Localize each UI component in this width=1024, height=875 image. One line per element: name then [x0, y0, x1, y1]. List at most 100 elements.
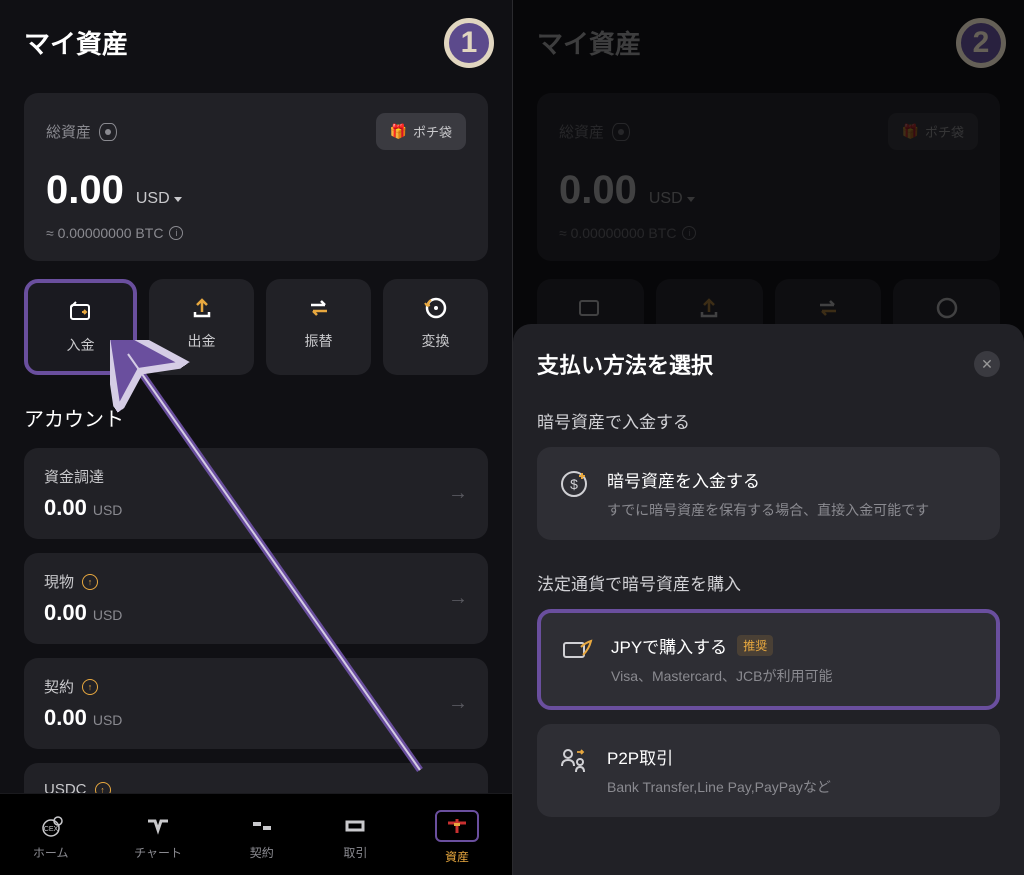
convert-label: 変換	[422, 331, 450, 351]
page-title: マイ資産	[24, 24, 488, 61]
option-title: JPYで購入する 推奨	[611, 633, 976, 658]
account-currency: USD	[93, 502, 123, 518]
sheet-title: 支払い方法を選択	[537, 348, 713, 380]
total-amount: 0.00	[559, 168, 637, 213]
btc-text: ≈ 0.00000000 BTC	[559, 225, 676, 241]
option-p2p[interactable]: P2P取引 Bank Transfer,Line Pay,PayPayなど	[537, 724, 1000, 817]
nav-label: 契約	[250, 844, 274, 861]
nav-trade[interactable]: 取引	[341, 814, 369, 861]
btc-text: ≈ 0.00000000 BTC	[46, 225, 163, 241]
step-badge-1: 1	[444, 18, 494, 68]
convert-icon	[934, 295, 960, 321]
payment-method-sheet: 支払い方法を選択 ✕ 暗号資産で入金する $ 暗号資産を入金する すでに暗号資産…	[513, 324, 1024, 875]
account-spot[interactable]: 現物 ↑ 0.00 USD →	[24, 553, 488, 644]
caret-down-icon	[174, 197, 182, 202]
account-name: 現物 ↑	[44, 571, 122, 592]
header: マイ資産	[0, 0, 512, 77]
deposit-button[interactable]: 入金	[24, 279, 137, 375]
caret-down-icon	[687, 197, 695, 202]
page-title: マイ資産	[537, 24, 1000, 61]
visibility-toggle-icon[interactable]	[612, 123, 630, 141]
home-icon: CEX	[37, 814, 65, 838]
step-badge-2: 2	[956, 18, 1006, 68]
option-crypto-deposit[interactable]: $ 暗号資産を入金する すでに暗号資産を保有する場合、直接入金可能です	[537, 447, 1000, 540]
info-icon[interactable]: i	[682, 226, 696, 240]
account-overview-title: アカウント	[24, 403, 488, 432]
section-crypto-deposit: 暗号資産で入金する	[537, 408, 1000, 433]
close-button[interactable]: ✕	[974, 351, 1000, 377]
chevron-right-icon: →	[448, 482, 468, 505]
arrow-up-circle-icon: ↑	[82, 574, 98, 590]
action-row: 入金 出金 振替 変換	[24, 279, 488, 375]
nav-label: 資産	[445, 848, 469, 865]
card-rocket-icon	[561, 633, 595, 667]
panel-left: マイ資産 1 総資産 🎁 ポチ袋 0.00 USD ≈ 0.00000000 B…	[0, 0, 512, 875]
contract-icon	[248, 814, 276, 838]
transfer-label: 振替	[305, 331, 333, 351]
deposit-icon	[577, 295, 603, 321]
bonus-button[interactable]: 🎁 ポチ袋	[376, 113, 466, 150]
asset-label-text: 総資産	[559, 121, 604, 142]
account-contract[interactable]: 契約 ↑ 0.00 USD →	[24, 658, 488, 749]
svg-text:CEX: CEX	[43, 826, 58, 833]
btc-equivalent: ≈ 0.00000000 BTC i	[46, 225, 466, 241]
convert-button[interactable]: 変換	[383, 279, 488, 375]
nav-label: チャート	[134, 844, 182, 861]
total-asset-card: 総資産 🎁 ポチ袋 0.00 USD ≈ 0.00000000 BTC i	[24, 93, 488, 261]
account-currency: USD	[93, 712, 123, 728]
account-name: 資金調達	[44, 466, 122, 487]
account-list: 資金調達 0.00 USD → 現物 ↑ 0.00 USD →	[0, 448, 512, 816]
recommended-badge: 推奨	[737, 635, 773, 656]
chevron-right-icon: →	[448, 587, 468, 610]
option-desc: Visa、Mastercard、JCBが利用可能	[611, 666, 976, 686]
currency-selector[interactable]: USD	[136, 190, 182, 208]
chart-icon	[144, 814, 172, 838]
deposit-icon	[68, 299, 94, 325]
btc-equivalent: ≈ 0.00000000 BTC i	[559, 225, 978, 241]
total-asset-label: 総資産	[559, 121, 630, 142]
deposit-label: 入金	[67, 335, 95, 355]
nav-assets[interactable]: 資産	[435, 810, 479, 865]
account-amount: 0.00	[44, 705, 87, 731]
arrow-up-circle-icon: ↑	[82, 679, 98, 695]
withdraw-icon	[189, 295, 215, 321]
withdraw-button[interactable]: 出金	[149, 279, 254, 375]
bonus-label: ポチ袋	[413, 122, 452, 141]
nav-contract[interactable]: 契約	[248, 814, 276, 861]
p2p-icon	[557, 744, 591, 778]
account-amount: 0.00	[44, 495, 87, 521]
option-buy-jpy[interactable]: JPYで購入する 推奨 Visa、Mastercard、JCBが利用可能	[537, 609, 1000, 710]
withdraw-label: 出金	[188, 331, 216, 351]
option-desc: すでに暗号資産を保有する場合、直接入金可能です	[607, 500, 980, 520]
header: マイ資産	[513, 0, 1024, 77]
currency-selector[interactable]: USD	[649, 190, 695, 208]
svg-text:$: $	[570, 476, 578, 492]
total-amount: 0.00	[46, 168, 124, 213]
asset-label-text: 総資産	[46, 121, 91, 142]
account-funding[interactable]: 資金調達 0.00 USD →	[24, 448, 488, 539]
bonus-button[interactable]: 🎁 ポチ袋	[888, 113, 978, 150]
crypto-deposit-icon: $	[557, 467, 591, 501]
section-fiat-buy: 法定通貨で暗号資産を購入	[537, 570, 1000, 595]
assets-icon	[443, 814, 471, 838]
transfer-icon	[306, 295, 332, 321]
nav-label: ホーム	[33, 844, 69, 861]
visibility-toggle-icon[interactable]	[99, 123, 117, 141]
currency-label: USD	[649, 190, 683, 208]
account-currency: USD	[93, 607, 123, 623]
account-amount: 0.00	[44, 600, 87, 626]
option-desc: Bank Transfer,Line Pay,PayPayなど	[607, 777, 980, 797]
panel-right: マイ資産 2 総資産 🎁 ポチ袋 0.00 USD ≈ 0.00000000 B…	[512, 0, 1024, 875]
option-title: 暗号資産を入金する	[607, 467, 980, 492]
total-asset-card: 総資産 🎁 ポチ袋 0.00 USD ≈ 0.00000000 BTC i	[537, 93, 1000, 261]
trade-icon	[341, 814, 369, 838]
nav-home[interactable]: CEX ホーム	[33, 814, 69, 861]
nav-label: 取引	[343, 844, 367, 861]
gift-icon: 🎁	[902, 123, 919, 140]
currency-label: USD	[136, 190, 170, 208]
chevron-right-icon: →	[448, 692, 468, 715]
transfer-button[interactable]: 振替	[266, 279, 371, 375]
nav-chart[interactable]: チャート	[134, 814, 182, 861]
info-icon[interactable]: i	[169, 226, 183, 240]
option-title: P2P取引	[607, 744, 980, 769]
